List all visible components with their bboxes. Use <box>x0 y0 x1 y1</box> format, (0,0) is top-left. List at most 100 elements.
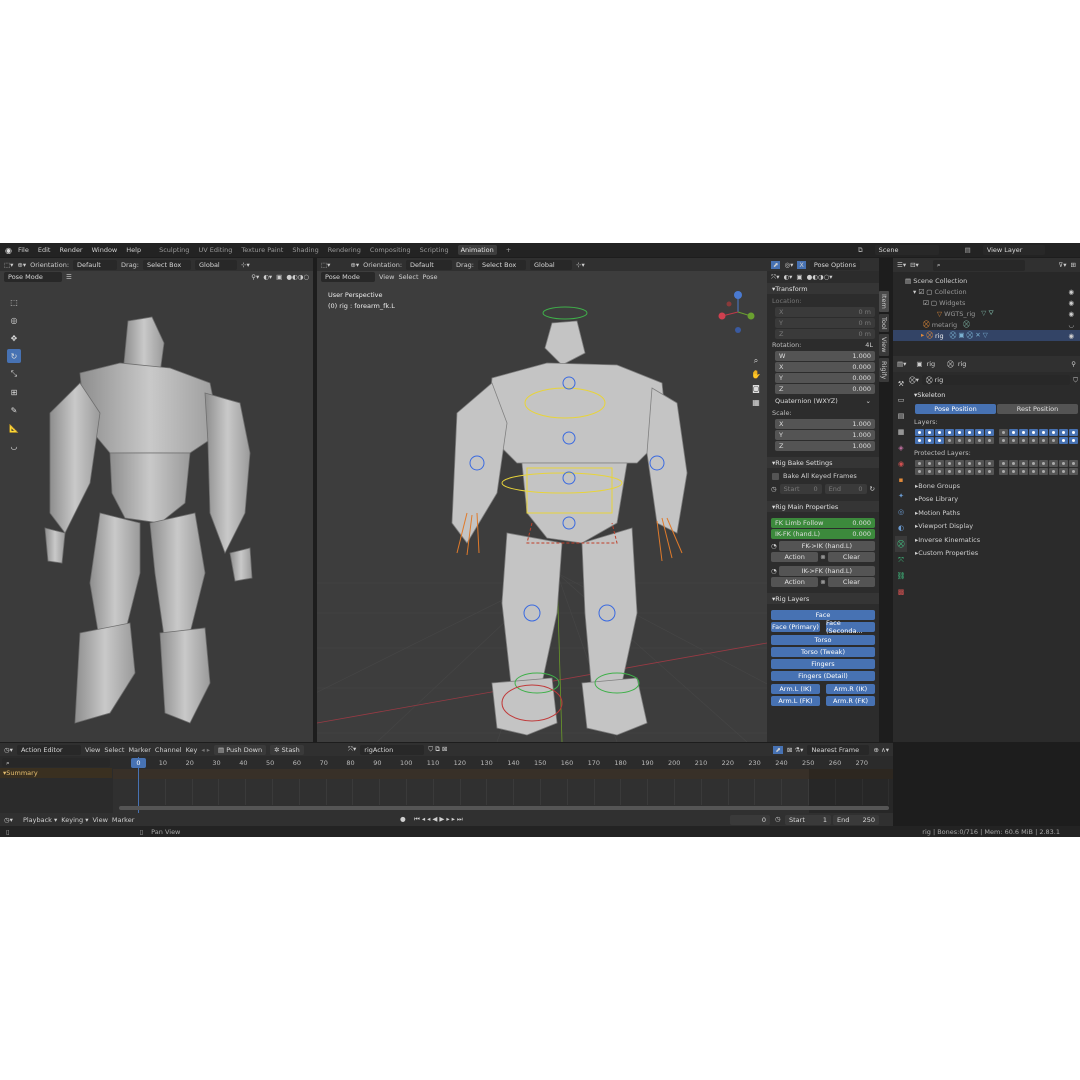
timeline-menu-view[interactable]: View <box>92 816 107 824</box>
panel-motion-paths[interactable]: ▸ Motion Paths <box>909 506 1078 520</box>
solid-shading-icon[interactable]: ●◐◑○▾ <box>807 273 833 281</box>
tab-tool[interactable]: Tool <box>879 313 889 333</box>
tab-item[interactable]: Item <box>879 291 889 312</box>
outliner-editor-icon[interactable]: ☰▾ <box>897 261 906 269</box>
end-frame-field[interactable]: End 250 <box>833 815 879 825</box>
gizmo-toggle-icon[interactable]: ⤧▾ <box>771 273 779 282</box>
layer-toggle[interactable] <box>1019 468 1028 475</box>
only-selected-icon[interactable]: ⬈ <box>773 745 783 754</box>
playback-controls-icon[interactable]: ⏮◂◂◀▶▸▸⏭ <box>414 815 465 824</box>
annotate-icon[interactable]: ✎ <box>7 403 21 417</box>
panel-pose-library[interactable]: ▸ Pose Library <box>909 493 1078 507</box>
loc-field-x[interactable]: X0 m <box>775 307 875 317</box>
new-collection-icon[interactable]: ⊞ <box>1071 261 1076 269</box>
layer-toggle[interactable] <box>965 468 974 475</box>
outliner-widgets[interactable]: ☑ ▢ Widgets ◉ <box>893 297 1080 308</box>
tab-compositing[interactable]: Compositing <box>370 246 411 254</box>
modifier-tab-icon[interactable]: ✦ <box>895 488 907 504</box>
fake-user-shield-icon[interactable]: ⛉ <box>1073 376 1078 385</box>
ae-menu-key[interactable]: Key <box>186 746 198 754</box>
layer-toggle[interactable] <box>945 429 954 436</box>
outliner-rig[interactable]: ▸ ⛒ rig ⛒ ▣ ⛒ ✕ ▽ ◉ <box>893 330 1080 341</box>
editor-type-icon[interactable]: ⬚▾ <box>4 261 13 269</box>
menu-window[interactable]: Window <box>92 246 118 254</box>
bake-refresh-icon[interactable]: ↻ <box>870 485 875 493</box>
wgts-eye-icon[interactable]: ◉ <box>1068 310 1074 318</box>
panel-bone-groups[interactable]: ▸ Bone Groups <box>909 479 1078 493</box>
menu-hamburger-icon[interactable]: ☰ <box>66 273 72 281</box>
layer-toggle[interactable] <box>1049 437 1058 444</box>
layer-toggle[interactable] <box>1019 437 1028 444</box>
measure-icon[interactable]: 📐 <box>7 421 21 435</box>
rig-layer-button[interactable]: Arm.R (IK) <box>826 683 875 694</box>
timeline-editor-icon[interactable]: ◷▾ <box>4 816 13 824</box>
layer-toggle[interactable] <box>945 468 954 475</box>
fk-limb-follow-slider[interactable]: FK Limb Follow 0.000 <box>771 518 875 528</box>
menu-keying[interactable]: Keying ▾ <box>61 816 88 824</box>
bake-start-field[interactable]: Start 0 <box>779 484 822 494</box>
action-browse-icon[interactable]: ⤧▾ <box>348 745 356 754</box>
left-mode-dropdown[interactable]: Pose Mode <box>4 272 62 282</box>
action-editor-mode[interactable]: Action Editor <box>16 744 81 755</box>
bake-checkbox[interactable] <box>772 472 779 480</box>
overlay-toggle-icon[interactable]: ◎▾ <box>784 261 793 269</box>
view-layer-tab-icon[interactable]: ▦ <box>895 424 907 440</box>
layer-toggle[interactable] <box>999 468 1008 475</box>
stash-button[interactable]: ✲ Stash <box>270 744 304 755</box>
main-drag-dropdown[interactable]: Select Box <box>478 259 526 270</box>
layer-toggle[interactable] <box>1039 437 1048 444</box>
rig-main-props-header[interactable]: ▾ Rig Main Properties <box>767 501 879 512</box>
fk-to-ik-button[interactable]: FK->IK (hand.L) <box>778 541 875 551</box>
rot-field-y[interactable]: Y 0.000 <box>775 373 875 383</box>
layer-toggle[interactable] <box>985 460 994 467</box>
layer-toggle[interactable] <box>955 429 964 436</box>
layer-toggle[interactable] <box>955 460 964 467</box>
outliner-search[interactable]: ⌕ <box>932 259 1025 271</box>
tab-uv-editing[interactable]: UV Editing <box>198 246 232 254</box>
main-editor-type-icon[interactable]: ⬚▾ <box>321 261 330 269</box>
metarig-eye-icon[interactable]: ◡ <box>1068 321 1074 329</box>
show-hidden-icon[interactable]: ⊠ ⚗▾ <box>787 746 804 754</box>
current-frame-badge[interactable]: 0 <box>131 758 146 768</box>
filter-icon[interactable]: ⊽▾ <box>1059 261 1067 269</box>
layer-toggle[interactable] <box>1059 468 1068 475</box>
action-fake-user-icon[interactable]: ⛉ ⧉ ⊠ <box>428 745 447 754</box>
overlay-popover-icon[interactable]: ◐▾ <box>783 273 792 281</box>
current-frame-field[interactable]: 0 <box>730 815 770 825</box>
layer-toggle[interactable] <box>1039 460 1048 467</box>
transform-space-dropdown[interactable]: Global <box>195 259 237 270</box>
layer-toggle[interactable] <box>1009 437 1018 444</box>
layer-toggle[interactable] <box>1059 460 1068 467</box>
layer-toggle[interactable] <box>915 437 924 444</box>
menu-edit[interactable]: Edit <box>38 246 51 254</box>
layer-toggle[interactable] <box>955 468 964 475</box>
select-box-icon[interactable]: ⬚ <box>7 295 21 309</box>
layer-toggle[interactable] <box>1019 460 1028 467</box>
transform-icon[interactable]: ⊞ <box>7 385 21 399</box>
rig-layer-button[interactable]: Face (Seconda... <box>826 619 875 635</box>
scene-tab-icon[interactable]: ◈ <box>895 440 907 456</box>
layer-toggle[interactable] <box>965 460 974 467</box>
main-pivot-icon[interactable]: ⊕▾ <box>350 261 359 269</box>
drag-dropdown[interactable]: Select Box <box>143 259 191 270</box>
layer-toggle[interactable] <box>1049 460 1058 467</box>
layer-toggle[interactable] <box>925 437 934 444</box>
rig-eye-icon[interactable]: ◉ <box>1068 332 1074 340</box>
outliner-metarig[interactable]: ⛒ metarig ⛒ ◡ <box>893 319 1080 330</box>
ik-fk-slider[interactable]: IK-FK (hand.L) 0.000 <box>771 529 875 539</box>
rig-layer-button[interactable]: Torso <box>771 634 875 645</box>
start-frame-field[interactable]: Start 1 <box>785 815 831 825</box>
rotation-mode-dropdown[interactable]: Quaternion (WXYZ) ⌄ <box>771 396 875 406</box>
ae-menu-marker[interactable]: Marker <box>128 746 150 754</box>
pose-position-button[interactable]: Pose Position <box>915 404 996 414</box>
constraint-tab-icon[interactable]: ◐ <box>895 520 907 536</box>
outliner-scene-collection[interactable]: ▤ Scene Collection <box>893 275 1080 286</box>
collection-eye-icon[interactable]: ◉ <box>1068 288 1074 296</box>
tab-shading[interactable]: Shading <box>292 246 318 254</box>
transform-panel-header[interactable]: ▾ Transform <box>767 283 879 294</box>
bone-constraint-tab-icon[interactable]: ⛓ <box>895 568 907 584</box>
summary-channel[interactable]: ▾ Summary <box>0 768 112 778</box>
timeline-ruler[interactable]: 10 20 30 40 50 60 70 80 90 100 110 120 130 140 150 160 1… <box>113 757 893 769</box>
main-transform-space-dropdown[interactable]: Global <box>530 259 572 270</box>
scale-field-y[interactable]: Y 1.000 <box>775 430 875 440</box>
